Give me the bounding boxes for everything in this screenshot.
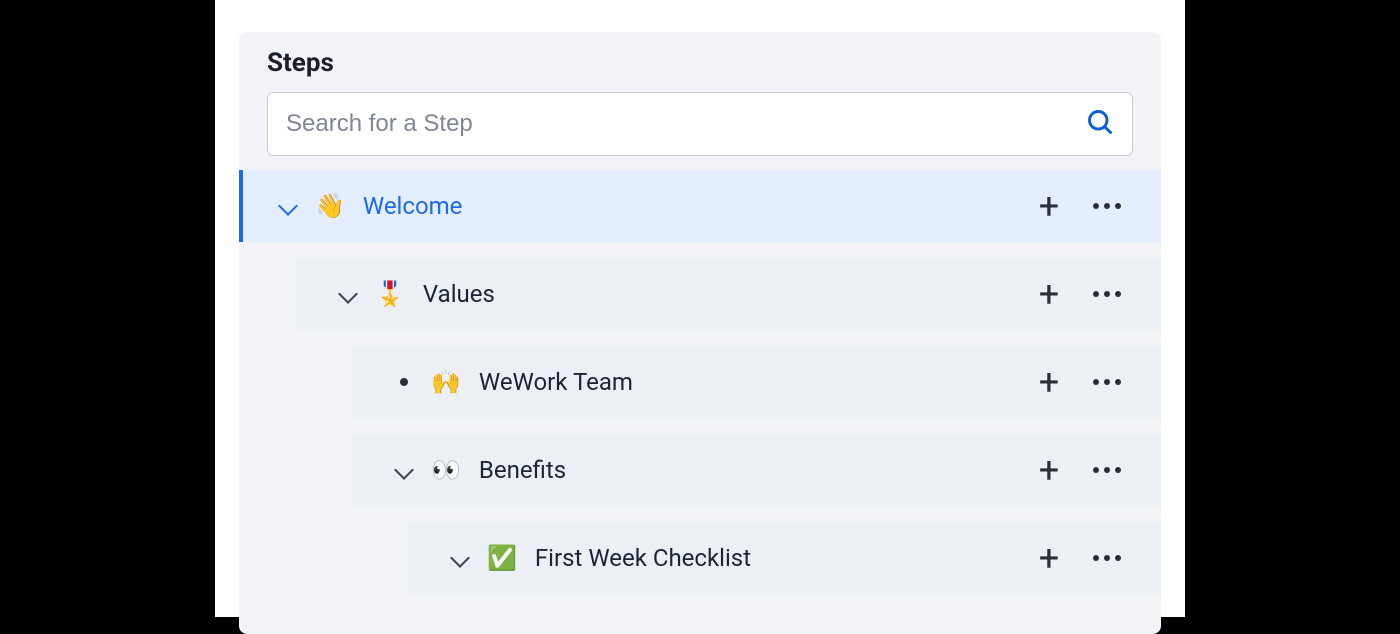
add-icon[interactable]: + — [1035, 368, 1063, 396]
chevron-down-icon[interactable] — [395, 463, 413, 477]
more-icon[interactable] — [1093, 203, 1121, 209]
add-icon[interactable]: + — [1035, 456, 1063, 484]
step-actions: + — [1035, 456, 1161, 484]
step-emoji: 👋 — [315, 192, 345, 220]
step-lead: ✅ First Week Checklist — [451, 544, 1035, 572]
step-actions: + — [1035, 368, 1161, 396]
step-emoji: ✅ — [487, 544, 517, 572]
step-actions: + — [1035, 280, 1161, 308]
chevron-down-icon[interactable] — [339, 287, 357, 301]
step-row[interactable]: 🎖️ Values + — [295, 258, 1161, 330]
more-icon[interactable] — [1093, 291, 1121, 297]
chevron-down-icon[interactable] — [279, 199, 297, 213]
step-lead: 🎖️ Values — [339, 280, 1035, 308]
search-wrap — [239, 92, 1161, 170]
chevron-down-icon[interactable] — [451, 551, 469, 565]
step-actions: + — [1035, 192, 1161, 220]
app-canvas: Steps 👋 Welcome — [215, 0, 1185, 617]
step-lead: 👀 Benefits — [395, 456, 1035, 484]
more-icon[interactable] — [1093, 379, 1121, 385]
search-box[interactable] — [267, 92, 1133, 156]
step-actions: + — [1035, 544, 1161, 572]
add-icon[interactable]: + — [1035, 192, 1063, 220]
step-row[interactable]: 👋 Welcome + — [239, 170, 1161, 242]
step-lead: 👋 Welcome — [279, 192, 1035, 220]
step-emoji: 👀 — [431, 456, 461, 484]
step-label: Values — [423, 280, 495, 308]
panel-title: Steps — [239, 44, 1161, 92]
step-label: Benefits — [479, 456, 566, 484]
add-icon[interactable]: + — [1035, 280, 1063, 308]
step-emoji: 🎖️ — [375, 280, 405, 308]
step-label: WeWork Team — [479, 368, 633, 396]
step-row[interactable]: 👀 Benefits + — [351, 434, 1161, 506]
add-icon[interactable]: + — [1035, 544, 1063, 572]
step-label: First Week Checklist — [535, 544, 751, 572]
steps-panel: Steps 👋 Welcome — [239, 32, 1161, 634]
step-emoji: 🙌 — [431, 368, 461, 396]
more-icon[interactable] — [1093, 555, 1121, 561]
more-icon[interactable] — [1093, 467, 1121, 473]
search-input[interactable] — [286, 110, 1086, 138]
search-icon[interactable] — [1086, 108, 1114, 140]
steps-tree: 👋 Welcome + 🎖️ Values + — [239, 170, 1161, 594]
step-lead: 🙌 WeWork Team — [395, 368, 1035, 396]
step-row[interactable]: 🙌 WeWork Team + — [351, 346, 1161, 418]
step-row[interactable]: ✅ First Week Checklist + — [407, 522, 1161, 594]
step-label: Welcome — [363, 192, 463, 220]
bullet-icon — [395, 378, 413, 386]
